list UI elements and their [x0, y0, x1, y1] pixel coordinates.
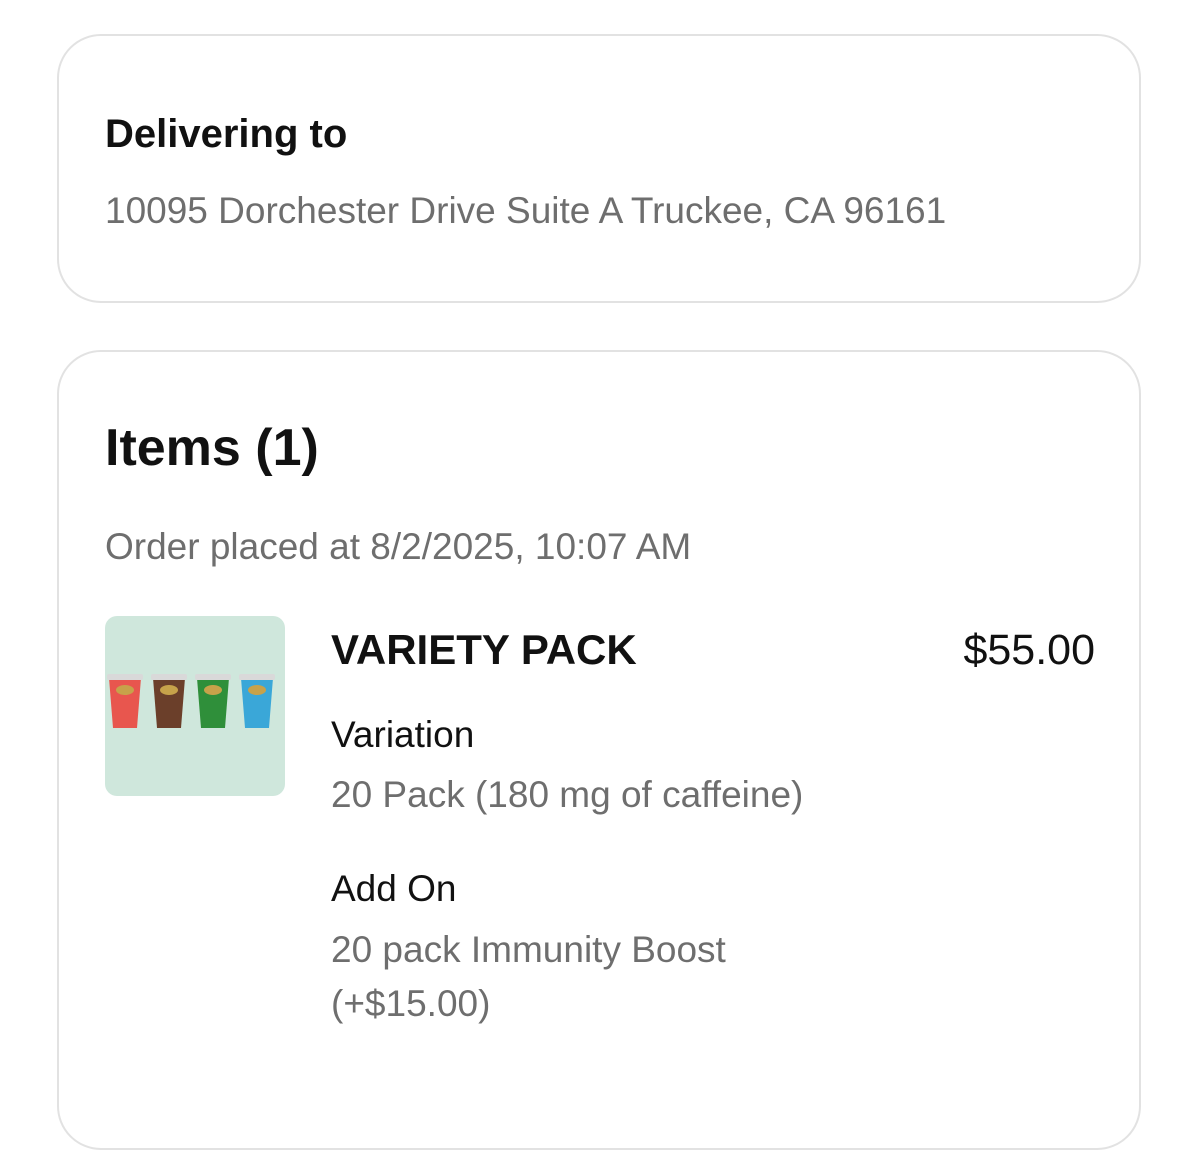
addon-label: Add On	[331, 868, 457, 909]
items-title: Items (1)	[105, 419, 319, 477]
product-price: $55.00	[963, 626, 1095, 674]
red-cup-icon	[107, 674, 143, 728]
green-cup-icon	[195, 674, 231, 728]
product-name: VARIETY PACK	[331, 626, 637, 673]
delivery-heading: Delivering to	[105, 112, 348, 156]
variation-label: Variation	[331, 714, 475, 755]
delivery-address: 10095 Dorchester Drive Suite A Truckee, …	[105, 190, 947, 231]
order-placed-timestamp: Order placed at 8/2/2025, 10:07 AM	[105, 526, 692, 567]
blue-cup-icon	[239, 674, 275, 728]
drink-cups-image	[107, 674, 275, 728]
product-thumbnail[interactable]	[105, 616, 285, 796]
addon-value: 20 pack Immunity Boost (+$15.00)	[331, 929, 726, 1024]
delivery-card: Delivering to 10095 Dorchester Drive Sui…	[57, 34, 1141, 303]
brown-cup-icon	[151, 674, 187, 728]
variation-value: 20 Pack (180 mg of caffeine)	[331, 774, 804, 815]
items-card: Items (1) Order placed at 8/2/2025, 10:0…	[57, 350, 1141, 1150]
